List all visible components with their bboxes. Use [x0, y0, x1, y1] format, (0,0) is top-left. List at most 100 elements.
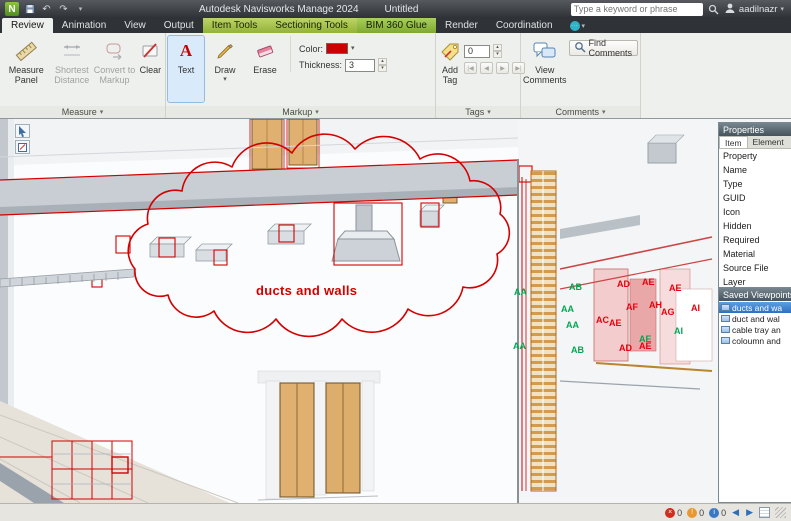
clear-icon — [138, 39, 162, 63]
disk-indicator-icon — [687, 507, 698, 518]
view-comments-button[interactable]: View Comments — [523, 36, 567, 102]
tab-output[interactable]: Output — [155, 18, 203, 33]
shortest-distance-icon — [60, 39, 84, 63]
communication-menu[interactable]: ▾ — [569, 18, 585, 33]
next-sheet-icon[interactable]: ▶ — [745, 507, 754, 518]
viewpoint-icon — [721, 304, 730, 311]
tag-label: AI — [674, 326, 683, 336]
properties-list: Property Name Type GUID Icon Hidden Requ… — [719, 149, 791, 289]
caret-down-icon: ▾ — [315, 109, 319, 116]
app-letter: N — [8, 3, 16, 15]
resize-grip[interactable] — [775, 507, 786, 518]
caret-down-icon: ▾ — [602, 109, 606, 116]
add-tag-icon — [438, 39, 462, 63]
next-tag-button[interactable]: ▶ — [496, 62, 509, 74]
property-row: Material — [723, 249, 756, 259]
tag-label: AA — [566, 320, 579, 330]
convert-to-markup-button[interactable]: Convert to Markup — [93, 36, 136, 102]
draw-tool-button[interactable]: Draw ▾ — [206, 36, 244, 102]
tag-label: AF — [626, 302, 638, 312]
tag-label: AD — [619, 343, 632, 353]
shortest-distance-button[interactable]: Shortest Distance — [52, 36, 91, 102]
pencil-icon — [213, 39, 237, 63]
viewpoint-item[interactable]: duct and wal — [719, 313, 791, 324]
tag-label: AE — [669, 283, 682, 293]
select-tool-icon[interactable] — [15, 124, 30, 138]
viewpoint-icon — [721, 315, 730, 322]
tab-item-tools[interactable]: Item Tools — [202, 18, 267, 33]
properties-panel-title[interactable]: Properties — [719, 123, 791, 136]
measure-panel-button[interactable]: Measure Panel — [2, 36, 50, 102]
search-input[interactable] — [573, 4, 700, 14]
saved-viewpoints-title[interactable]: Saved Viewpoints — [719, 288, 791, 301]
tag-number-field[interactable]: 0 — [464, 44, 490, 58]
tags-group-label[interactable]: Tags ▾ — [436, 106, 520, 118]
tag-label: AD — [617, 279, 630, 289]
ribbon-group-measure: Measure Panel Shortest Distance Convert … — [0, 33, 166, 118]
tab-review[interactable]: Review — [2, 18, 53, 33]
thickness-label: Thickness: — [299, 60, 343, 70]
avatar-icon — [724, 2, 736, 17]
measure-group-label[interactable]: Measure ▾ — [0, 106, 165, 118]
quick-access-caret-icon[interactable]: ▾ — [74, 3, 87, 16]
ribbon-group-tags: Add Tag 0 ▴ ▾ |◀ ◀ ▶ ▶| Tags ▾ — [436, 33, 525, 118]
viewpoint-item[interactable]: ducts and wa — [719, 302, 791, 313]
web-indicator: 0 — [709, 507, 726, 518]
sheet-browser-icon[interactable] — [759, 507, 770, 518]
clear-button[interactable]: Clear — [138, 36, 163, 102]
caret-down-icon: ▾ — [487, 109, 491, 116]
save-icon[interactable] — [23, 3, 36, 16]
property-row: Name — [723, 165, 748, 175]
previous-tag-button[interactable]: ◀ — [480, 62, 493, 74]
user-account[interactable]: aadilnazr ▾ — [724, 2, 784, 17]
tab-sectioning-tools[interactable]: Sectioning Tools — [266, 18, 357, 33]
viewpoint-item[interactable]: coloumn and — [719, 335, 791, 346]
redline-cloud-text: ducts and walls — [256, 283, 358, 298]
undo-icon[interactable]: ↶ — [40, 3, 53, 16]
viewpoint-item[interactable]: cable tray an — [719, 324, 791, 335]
tab-animation[interactable]: Animation — [53, 18, 115, 33]
previous-sheet-icon[interactable]: ◀ — [731, 507, 740, 518]
find-comments-button[interactable]: Find Comments — [568, 38, 638, 58]
text-tool-button[interactable]: A Text — [167, 35, 205, 103]
markup-color-swatch[interactable] — [326, 43, 349, 54]
add-tag-button[interactable]: Add Tag — [438, 36, 462, 102]
viewport: ducts and walls AA AB AA AA AA AB AE AI … — [0, 119, 791, 503]
thickness-stepper[interactable]: ▴ ▾ — [378, 58, 388, 72]
redline-tool-icon[interactable] — [15, 140, 30, 154]
ribbon-tabbar: Review Animation View Output Item Tools … — [0, 18, 791, 33]
tab-bim-360-glue[interactable]: BIM 360 Glue — [356, 18, 436, 33]
convert-to-markup-icon — [103, 39, 127, 63]
tag-label: AB — [569, 282, 582, 292]
find-comments-icon — [574, 41, 586, 55]
titlebar: N ↶ ↷ ▾ Autodesk Navisworks Manage 2024 U… — [0, 0, 791, 18]
tag-down-icon[interactable]: ▾ — [493, 51, 502, 58]
markup-group-label[interactable]: Markup ▾ — [166, 106, 435, 118]
ribbon-group-markup: A Text Draw ▾ Erase Color: ▾ Thickness: — [166, 33, 436, 118]
text-icon: A — [179, 41, 193, 60]
first-tag-button[interactable]: |◀ — [464, 62, 477, 74]
erase-tool-button[interactable]: Erase — [246, 36, 284, 102]
tag-label: AA — [561, 304, 574, 314]
saved-viewpoints-panel: Saved Viewpoints ducts and wa duct and w… — [718, 287, 791, 503]
color-caret-icon[interactable]: ▾ — [351, 45, 355, 52]
user-caret-icon[interactable]: ▾ — [780, 5, 784, 13]
tab-element[interactable]: Element — [748, 136, 789, 148]
thickness-up-icon[interactable]: ▴ — [378, 58, 388, 65]
thickness-field[interactable]: 3 — [345, 58, 376, 72]
tag-number-stepper[interactable]: ▴ ▾ — [493, 44, 502, 58]
tag-up-icon[interactable]: ▴ — [493, 44, 502, 51]
redo-icon[interactable]: ↷ — [57, 3, 70, 16]
tab-render[interactable]: Render — [436, 18, 487, 33]
search-icon[interactable] — [707, 3, 720, 16]
tab-coordination[interactable]: Coordination — [487, 18, 562, 33]
thickness-down-icon[interactable]: ▾ — [378, 65, 388, 72]
viewpoints-list: ducts and wa duct and wal cable tray an … — [719, 301, 791, 346]
tag-label: AI — [691, 303, 700, 313]
tab-view[interactable]: View — [115, 18, 155, 33]
comments-group-label[interactable]: Comments ▾ — [521, 106, 640, 118]
property-row: GUID — [723, 193, 746, 203]
app-icon[interactable]: N — [5, 2, 19, 16]
tab-item[interactable]: Item — [719, 136, 748, 148]
property-row: Icon — [723, 207, 741, 217]
